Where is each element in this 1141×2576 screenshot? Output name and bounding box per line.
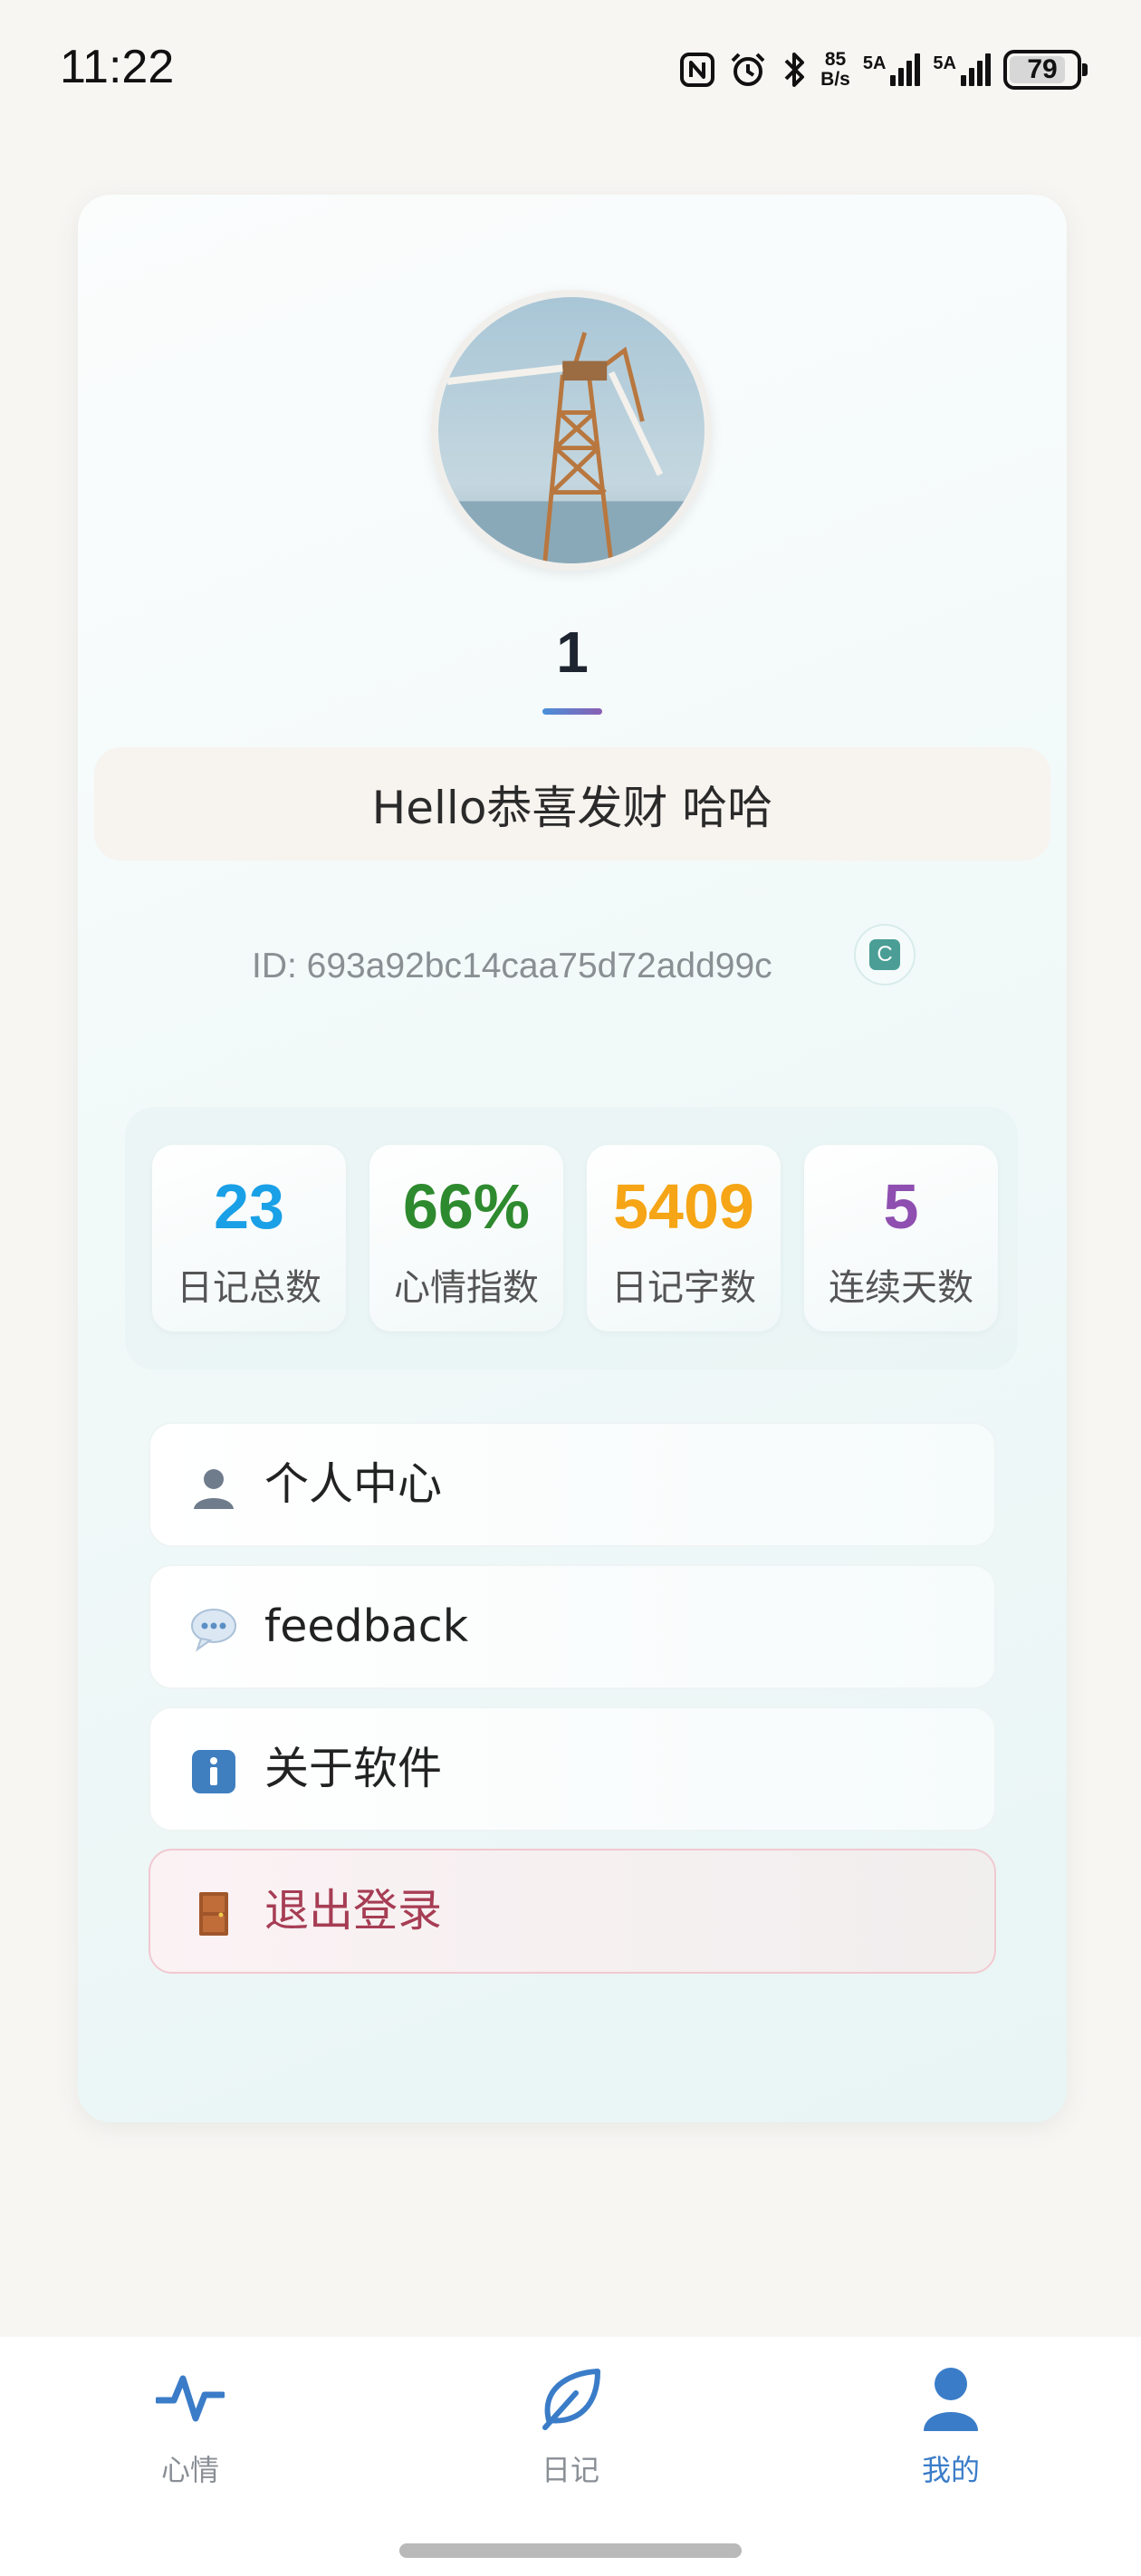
nav-label: 我的 — [921, 2453, 980, 2487]
profile-page: 11:22 85 B/s 5A 5A 79 1 Hello恭喜发财 哈哈 ID:… — [0, 0, 1141, 2576]
nav-tab-diary[interactable]: 日记 — [480, 2364, 661, 2500]
avatar-image — [438, 297, 705, 563]
stat-value: 5 — [883, 1171, 919, 1242]
nav-label: 日记 — [541, 2453, 599, 2487]
stat-card-total-diaries: 23 日记总数 — [152, 1145, 346, 1331]
nav-tab-me[interactable]: 我的 — [860, 2364, 1041, 2500]
username: 1 — [556, 620, 589, 685]
username-underline — [542, 708, 602, 715]
menu-label: 关于软件 — [264, 1743, 443, 1794]
nav-label: 心情 — [160, 2453, 219, 2487]
person-icon — [190, 1464, 237, 1511]
network-speed: 85 B/s — [820, 50, 850, 90]
signal-icon: 5A — [933, 53, 991, 86]
network-speed-unit: B/s — [820, 69, 850, 90]
menu-item-about[interactable]: 关于软件 — [149, 1706, 996, 1831]
battery-icon: 79 — [1003, 50, 1088, 90]
stat-label: 日记总数 — [177, 1267, 321, 1309]
stat-card-word-count: 5409 日记字数 — [587, 1145, 781, 1331]
greeting-banner: Hello恭喜发财 哈哈 — [94, 747, 1050, 860]
bottom-nav: 心情 日记 我的 — [0, 2337, 1141, 2576]
speech-bubble-icon — [190, 1606, 237, 1653]
door-icon — [190, 1890, 237, 1937]
menu-label: 退出登录 — [264, 1885, 443, 1937]
bluetooth-icon — [781, 50, 808, 90]
leaf-icon — [536, 2364, 605, 2433]
nfc-icon — [679, 52, 715, 88]
menu-label: feedback — [264, 1600, 469, 1652]
nav-tab-mood[interactable]: 心情 — [100, 2364, 281, 2500]
user-icon — [916, 2364, 985, 2433]
stat-value: 23 — [214, 1171, 284, 1242]
info-icon — [190, 1748, 237, 1795]
stat-label: 日记字数 — [611, 1267, 756, 1309]
status-bar: 11:22 85 B/s 5A 5A 79 — [0, 0, 1141, 136]
heartbeat-icon — [154, 2364, 226, 2433]
copy-id-button[interactable]: C — [854, 924, 916, 985]
stat-value: 5409 — [613, 1171, 754, 1242]
network-speed-value: 85 — [824, 49, 847, 70]
copy-icon: C — [869, 939, 900, 970]
stat-label: 心情指数 — [394, 1267, 539, 1309]
menu-item-logout[interactable]: 退出登录 — [149, 1849, 996, 1974]
menu-item-feedback[interactable]: feedback — [149, 1564, 996, 1689]
stat-card-mood-index: 66% 心情指数 — [369, 1145, 563, 1331]
profile-card: 1 Hello恭喜发财 哈哈 ID: 693a92bc14caa75d72add… — [78, 195, 1067, 2122]
menu-label: 个人中心 — [264, 1458, 443, 1510]
user-id: ID: 693a92bc14caa75d72add99c — [252, 947, 772, 985]
home-indicator[interactable] — [399, 2543, 742, 2558]
status-icons: 85 B/s 5A 5A 79 — [679, 45, 1088, 94]
greeting-text: Hello恭喜发财 哈哈 — [371, 781, 773, 834]
stat-label: 连续天数 — [829, 1267, 973, 1309]
sim1-label: 5A — [862, 53, 887, 73]
battery-level: 79 — [1027, 54, 1058, 84]
signal-icon: 5A — [863, 53, 921, 86]
avatar[interactable] — [431, 290, 712, 571]
menu-item-profile-center[interactable]: 个人中心 — [149, 1422, 996, 1547]
status-time: 11:22 — [60, 41, 175, 93]
stats-panel: 23 日记总数 66% 心情指数 5409 日记字数 5 连续天数 — [125, 1107, 1018, 1370]
alarm-icon — [728, 50, 768, 90]
stat-card-streak-days: 5 连续天数 — [804, 1145, 998, 1331]
stat-value: 66% — [402, 1171, 531, 1242]
sim2-label: 5A — [933, 53, 956, 73]
